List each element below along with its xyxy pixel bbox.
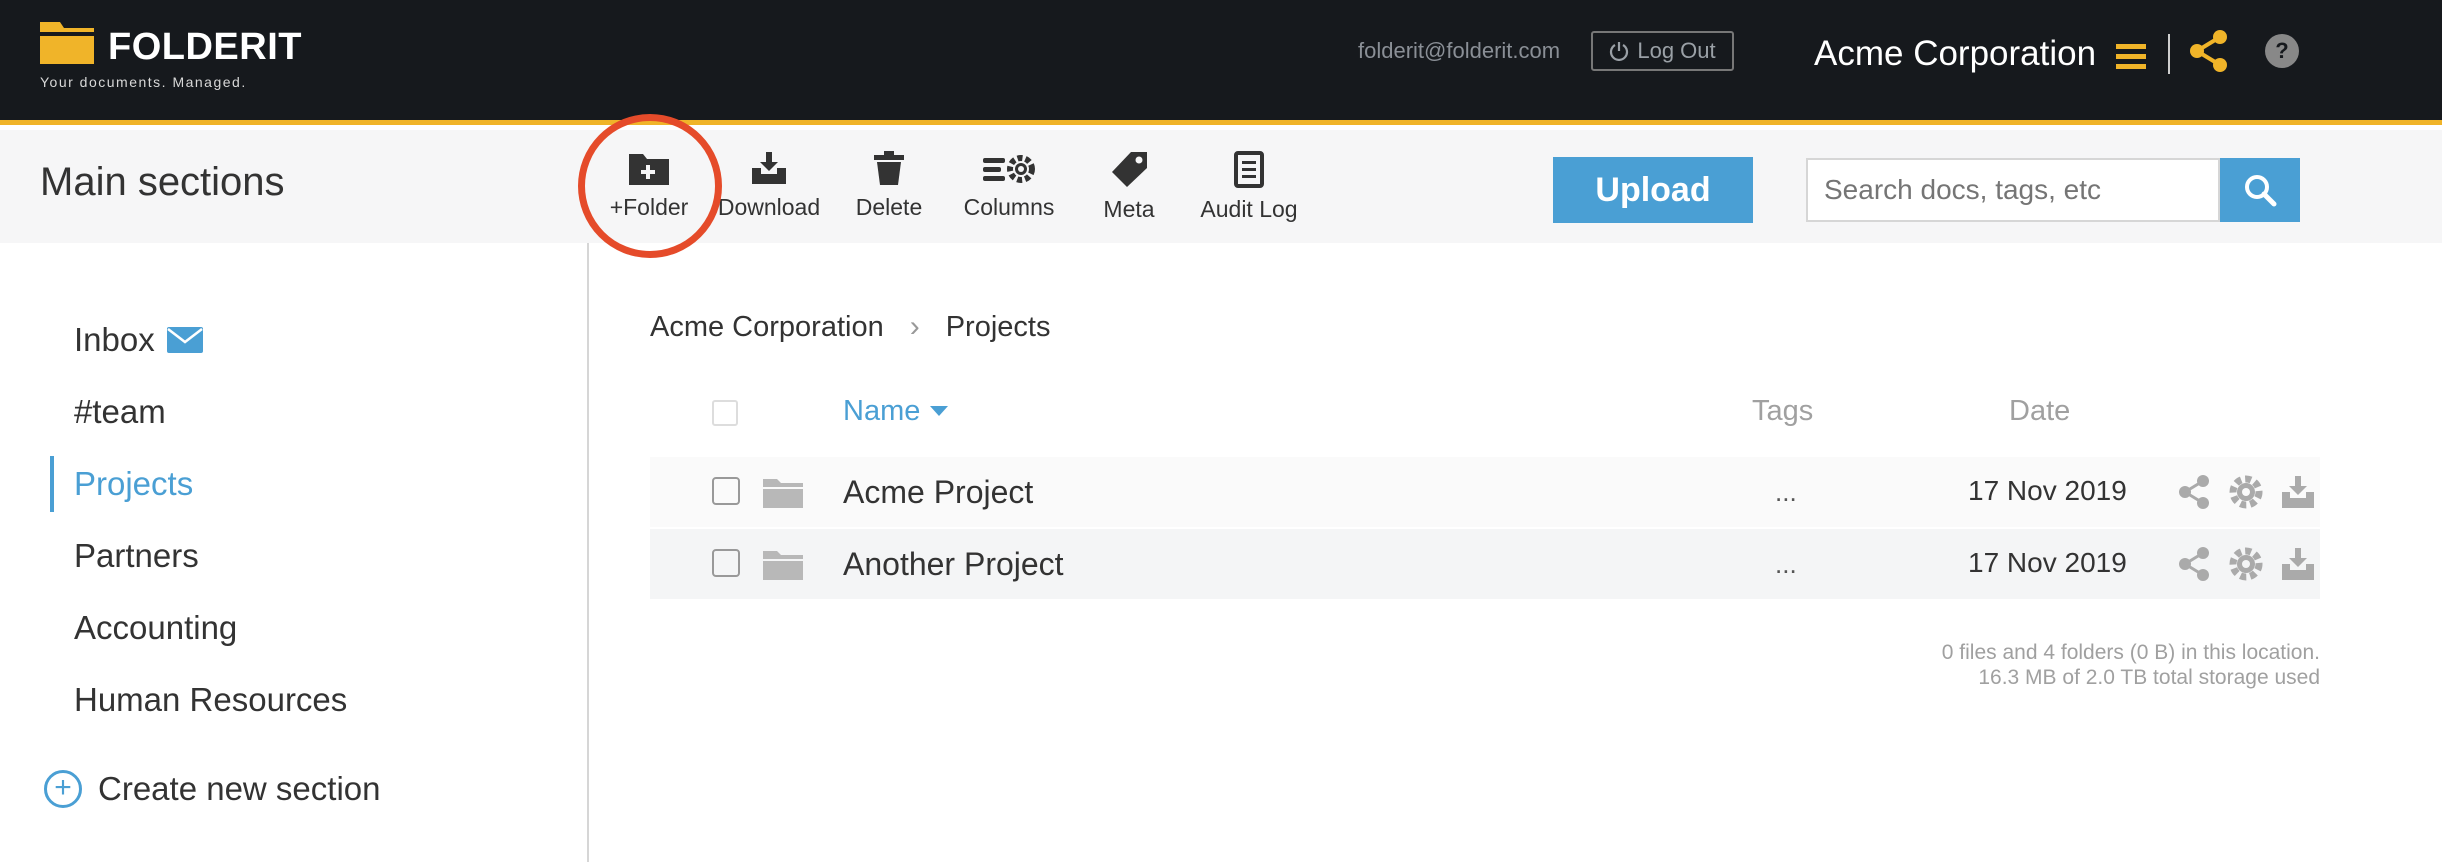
folder-icon [763,479,803,508]
header-divider [2168,34,2170,74]
breadcrumb-separator-icon: › [909,310,920,343]
share-icon[interactable] [2175,545,2213,583]
row-name[interactable]: Another Project [843,546,1064,583]
sidebar-item-label: Human Resources [74,681,348,718]
share-icon[interactable] [2175,473,2213,511]
sidebar-item-team[interactable]: #team [50,384,550,440]
sort-down-icon [930,405,949,416]
tag-icon [1112,152,1147,187]
audit-log-button[interactable]: Audit Log [1189,150,1309,223]
logo-folder-icon [40,22,94,64]
tool-label: Delete [855,194,923,220]
tool-label: Audit Log [1200,196,1298,222]
search-icon [2245,175,2277,207]
row-actions [2175,473,2317,511]
breadcrumb-item-org[interactable]: Acme Corporation [650,311,884,344]
org-name[interactable]: Acme Corporation [1814,34,2096,74]
sidebar-item-label: Projects [74,465,194,502]
share-icon[interactable] [2186,28,2232,74]
column-label: Name [843,395,921,427]
sidebar-divider [587,243,589,862]
tool-label: Columns [963,194,1055,220]
storage-info: 0 files and 4 folders (0 B) in this loca… [1942,640,2320,690]
row-actions [2175,545,2317,583]
search-input[interactable] [1806,158,2220,222]
row-date: 17 Nov 2019 [1968,475,2127,506]
sidebar-item-label: Inbox [74,321,155,358]
row-name[interactable]: Acme Project [843,474,1033,511]
storage-usage: 16.3 MB of 2.0 TB total storage used [1978,666,2320,689]
mail-icon [166,327,203,353]
download-icon[interactable] [2279,473,2317,511]
row-date: 17 Nov 2019 [1968,547,2127,578]
select-all-checkbox[interactable] [712,400,738,426]
sidebar-item-accounting[interactable]: Accounting [50,600,550,656]
download-button[interactable]: Download [709,150,829,221]
menu-icon[interactable] [2116,44,2146,70]
sidebar-item-partners[interactable]: Partners [50,528,550,584]
create-section-label: Create new section [98,770,381,807]
table-row[interactable]: Another Project ... 17 Nov 2019 [650,529,2320,599]
meta-button[interactable]: Meta [1069,150,1189,223]
sidebar-item-label: #team [74,393,166,430]
highlight-circle [578,114,722,258]
brand-name: FOLDERIT [108,26,302,68]
trash-icon [874,151,904,185]
tool-label: Meta [1103,196,1155,222]
plus-circle-icon: + [44,770,82,808]
download-icon[interactable] [2279,545,2317,583]
column-header-name[interactable]: Name [843,395,949,428]
sidebar-item-label: Accounting [74,609,238,646]
gear-icon[interactable] [2227,545,2265,583]
upload-button[interactable]: Upload [1553,157,1753,223]
user-email: folderit@folderit.com [1358,38,1561,63]
help-icon[interactable]: ? [2265,34,2299,68]
breadcrumb: Acme Corporation › Projects [650,310,1050,344]
power-icon [1610,42,1629,61]
row-checkbox[interactable] [712,549,740,577]
breadcrumb-item-projects: Projects [945,310,1051,343]
table-row[interactable]: Acme Project ... 17 Nov 2019 [650,457,2320,527]
delete-button[interactable]: Delete [829,150,949,221]
tool-label: Download [717,194,821,220]
download-icon [752,152,786,184]
logout-button[interactable]: Log Out [1591,31,1734,71]
column-header-tags: Tags [1752,395,1814,427]
sidebar-item-projects[interactable]: Projects [50,456,550,512]
column-header-date: Date [2009,395,2071,427]
sidebar-item-inbox[interactable]: Inbox [50,312,550,368]
folder-icon [763,551,803,580]
top-header: FOLDERIT Your documents. Managed. folder… [0,0,2442,125]
columns-gear-icon [983,155,1035,183]
brand-tagline: Your documents. Managed. [40,74,247,90]
search-button[interactable] [2220,158,2300,222]
section-title: Main sections [40,160,285,204]
location-summary: 0 files and 4 folders (0 B) in this loca… [1941,641,2320,664]
columns-button[interactable]: Columns [949,150,1069,221]
sidebar-item-human-resources[interactable]: Human Resources [50,672,550,728]
create-section-button[interactable]: + Create new section [44,770,380,808]
row-tags[interactable]: ... [1775,477,1797,508]
sidebar-item-label: Partners [74,537,199,574]
gear-icon[interactable] [2227,473,2265,511]
row-tags[interactable]: ... [1775,549,1797,580]
row-checkbox[interactable] [712,477,740,505]
clipboard-icon [1234,151,1264,188]
logout-label: Log Out [1637,38,1716,63]
